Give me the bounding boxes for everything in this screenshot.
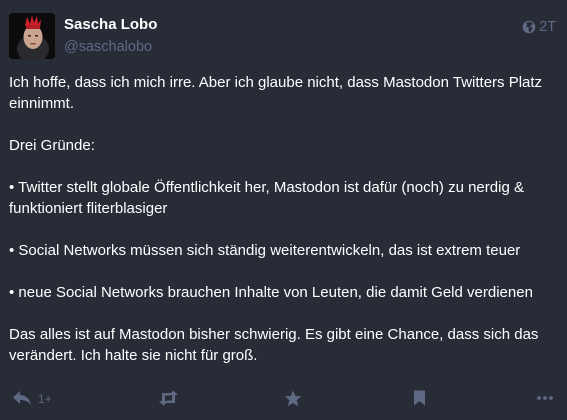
status-paragraph: Drei Gründe: [9, 137, 95, 154]
status-paragraph: • neue Social Networks brauchen Inhalte … [9, 284, 533, 301]
author-display-name[interactable]: Sascha Lobo [64, 16, 157, 33]
globe-icon [522, 20, 536, 34]
status-card: Sascha Lobo @saschalobo 2T Ich hoffe, da… [0, 0, 567, 420]
status-paragraph: • Twitter stellt globale Öffentlichkeit … [9, 179, 524, 217]
bookmark-icon [413, 390, 426, 406]
author-handle[interactable]: @saschalobo [64, 39, 152, 55]
reply-icon [12, 390, 32, 406]
status-paragraph: Das alles ist auf Mastodon bisher schwie… [9, 326, 539, 364]
avatar-image [9, 13, 55, 59]
more-button[interactable] [537, 386, 553, 410]
star-icon [284, 390, 302, 407]
status-meta: 2T [522, 19, 556, 35]
boost-icon [158, 390, 179, 406]
status-timestamp[interactable]: 2T [539, 19, 556, 35]
avatar[interactable] [9, 13, 55, 59]
status-paragraph: Ich hoffe, dass ich mich irre. Aber ich … [9, 74, 543, 112]
more-icon [537, 395, 553, 401]
status-paragraph: • Social Networks müssen sich ständig we… [9, 242, 521, 259]
status-content: Ich hoffe, dass ich mich irre. Aber ich … [9, 72, 557, 366]
status-action-bar: 1+ [0, 386, 567, 410]
bookmark-button[interactable] [413, 386, 426, 410]
boost-button[interactable] [158, 386, 179, 410]
favourite-button[interactable] [284, 386, 302, 410]
reply-count: 1+ [38, 392, 52, 406]
reply-button[interactable]: 1+ [12, 386, 52, 410]
